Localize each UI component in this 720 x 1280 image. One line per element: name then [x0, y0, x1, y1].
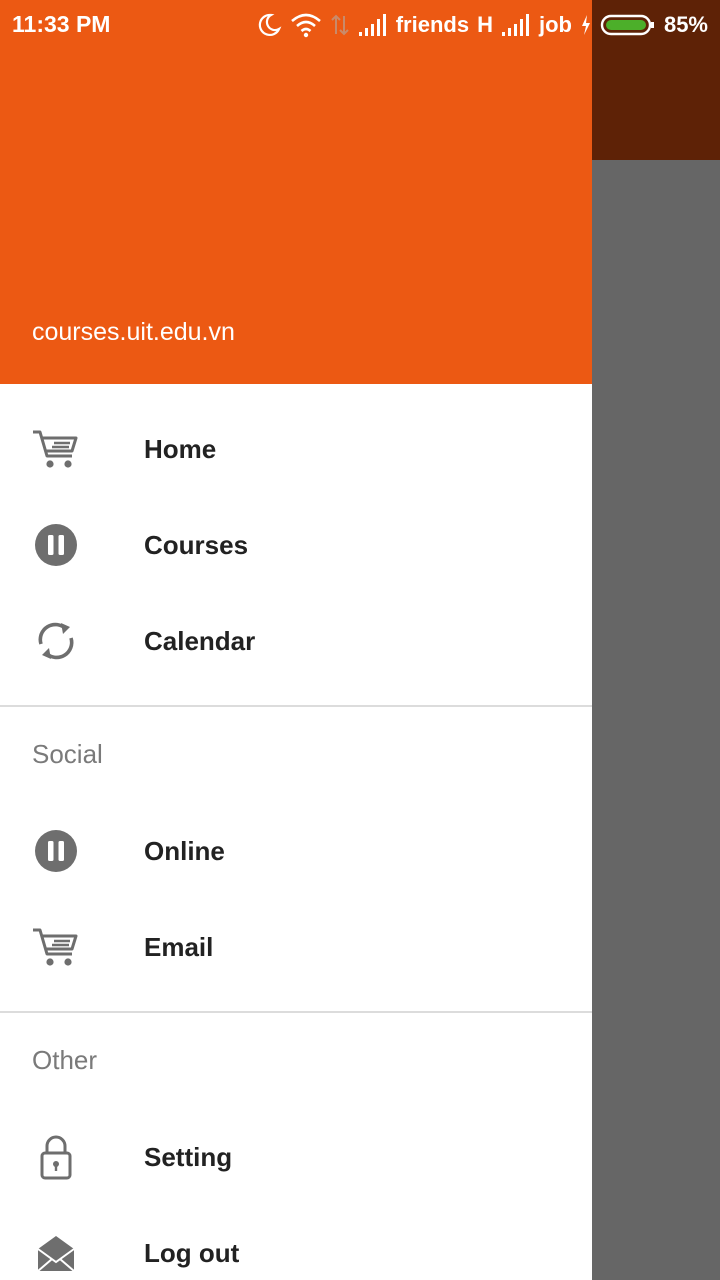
status-bar: 11:33 PM friends H job 85%: [0, 0, 720, 50]
wifi-icon: [290, 12, 322, 38]
menu-item-label: Log out: [144, 1237, 240, 1268]
menu-item-home[interactable]: Home: [0, 401, 592, 497]
signal-icon: [501, 13, 531, 37]
menu-item-label: Online: [144, 835, 225, 866]
data-arrows-icon: [330, 12, 350, 38]
cart-icon: [30, 921, 82, 973]
drawer-header: courses.uit.edu.vn: [0, 0, 592, 384]
battery-percent: 85%: [663, 12, 708, 37]
header-url: courses.uit.edu.vn: [32, 318, 235, 346]
menu-item-online[interactable]: Online: [0, 803, 592, 899]
menu-item-label: Calendar: [144, 625, 256, 656]
pause-circle-icon: [30, 825, 82, 877]
cart-icon: [30, 423, 82, 475]
section-header-other: Other: [0, 1013, 592, 1109]
battery-icon: [600, 13, 656, 37]
signal-icon: [358, 13, 388, 37]
menu-item-calendar[interactable]: Calendar: [0, 593, 592, 689]
menu-item-courses[interactable]: Courses: [0, 497, 592, 593]
pause-circle-icon: [30, 519, 82, 571]
drawer-menu: Home Courses Calendar Social Online Emai…: [0, 384, 592, 1280]
menu-item-email[interactable]: Email: [0, 899, 592, 995]
navigation-drawer: courses.uit.edu.vn Home Courses Calendar…: [0, 0, 592, 1280]
section-title: Other: [32, 1045, 98, 1075]
lock-icon: [30, 1131, 82, 1183]
menu-item-logout[interactable]: Log out: [0, 1205, 592, 1280]
menu-item-label: Setting: [144, 1141, 233, 1172]
carrier2-label: job: [538, 12, 572, 37]
network-type-label: H: [477, 12, 493, 37]
moon-icon: [256, 12, 282, 38]
menu-item-label: Home: [144, 433, 217, 464]
envelope-icon: [30, 1227, 82, 1279]
screen: 11:33 PM friends H job 85% courses.uit.e…: [0, 0, 720, 1280]
section-title: Social: [32, 739, 103, 769]
section-header-social: Social: [0, 707, 592, 803]
sync-icon: [30, 615, 82, 667]
status-time: 11:33 PM: [12, 11, 111, 37]
charging-icon: [580, 13, 592, 37]
menu-item-setting[interactable]: Setting: [0, 1109, 592, 1205]
menu-item-label: Email: [144, 931, 214, 962]
menu-item-label: Courses: [144, 529, 249, 560]
carrier1-label: friends: [395, 12, 470, 37]
status-icons: friends H job 85%: [256, 8, 708, 42]
